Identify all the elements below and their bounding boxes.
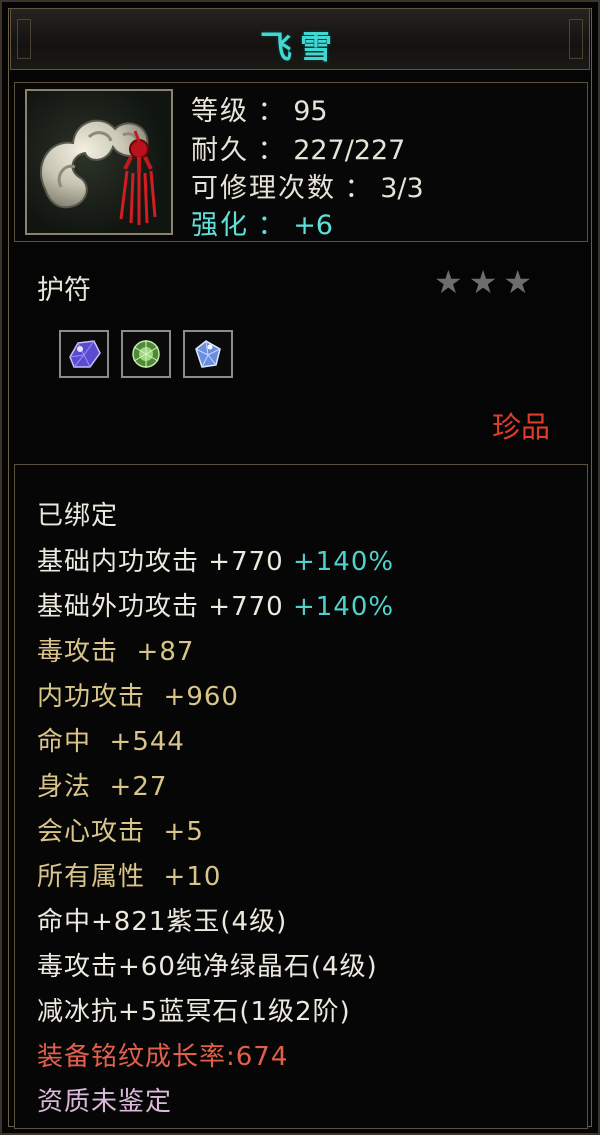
gem-bonus-2: 毒攻击+60纯净绿晶石(4级) [37,952,378,982]
jade-amulet-icon [25,89,173,235]
attr-bonus: +140% [292,592,395,622]
inner-attack: 内功攻击 +960 [37,682,239,712]
title-bar: 飞雪 [10,8,590,70]
item-name: 飞雪 [259,28,340,66]
base-outer-attack: 基础外功攻击 +770 +140% [37,586,394,623]
all-attributes: 所有属性 +10 [37,862,222,892]
base-inner-attack: 基础内功攻击 +770 +140% [37,541,394,578]
star-icon: ★ [503,263,533,301]
enhance-line: 强化 ： +6 [191,203,333,242]
crit-attack: 会心攻击 +5 [37,817,204,847]
attr-value: +770 [208,547,284,577]
purple-jade-gem-icon[interactable] [59,330,109,378]
growth-rate: 装备铭纹成长率:674 [37,1042,289,1072]
star-rating: ★ ★ ★ [434,266,532,298]
green-crystal-gem-icon[interactable] [121,330,171,378]
repair-line: 可修理次数 ： 3/3 [191,166,424,205]
colon: ： [257,135,285,166]
enhance-label: 强化 [191,210,249,241]
durability-line: 耐久 ： 227/227 [191,128,405,167]
gem-bonus-3: 减冰抗+5蓝冥石(1级2阶) [37,997,351,1027]
colon: ： [344,173,372,204]
gem-slots [59,330,233,378]
repair-label: 可修理次数 [191,173,336,204]
poison-attack: 毒攻击 +87 [37,637,195,667]
agility: 身法 +27 [37,772,168,802]
enhance-value: +6 [293,210,333,241]
level-label: 等级 [191,96,249,127]
repair-value: 3/3 [380,173,424,204]
level-line: 等级 ： 95 [191,89,328,128]
colon: ： [257,210,285,241]
star-icon: ★ [434,263,463,301]
durability-value: 227/227 [293,135,406,166]
level-value: 95 [293,96,328,127]
quality-status: 资质未鉴定 [37,1087,173,1117]
attribute-panel: 已绑定 基础内功攻击 +770 +140% 基础外功攻击 +770 +140% … [14,464,588,1129]
bound-status: 已绑定 [37,501,119,531]
star-icon: ★ [468,263,498,301]
attr-bonus: +140% [292,547,395,577]
attr-value: +770 [208,592,284,622]
attr-label: 基础外功攻击 [37,592,200,622]
item-tooltip: 飞雪 等级 ： 95 耐久 ： 227/227 可修理次数 ： 3/3 强化 ：… [0,0,600,1135]
blue-stone-gem-icon[interactable] [183,330,233,378]
rarity-label: 珍品 [492,410,551,444]
colon: ： [257,96,285,127]
item-type: 护符 [37,275,91,306]
attr-label: 基础内功攻击 [37,547,200,577]
item-header: 等级 ： 95 耐久 ： 227/227 可修理次数 ： 3/3 强化 ： +6 [14,82,588,242]
hit: 命中 +544 [37,727,185,757]
gem-bonus-1: 命中+821紫玉(4级) [37,907,288,937]
durability-label: 耐久 [191,135,249,166]
